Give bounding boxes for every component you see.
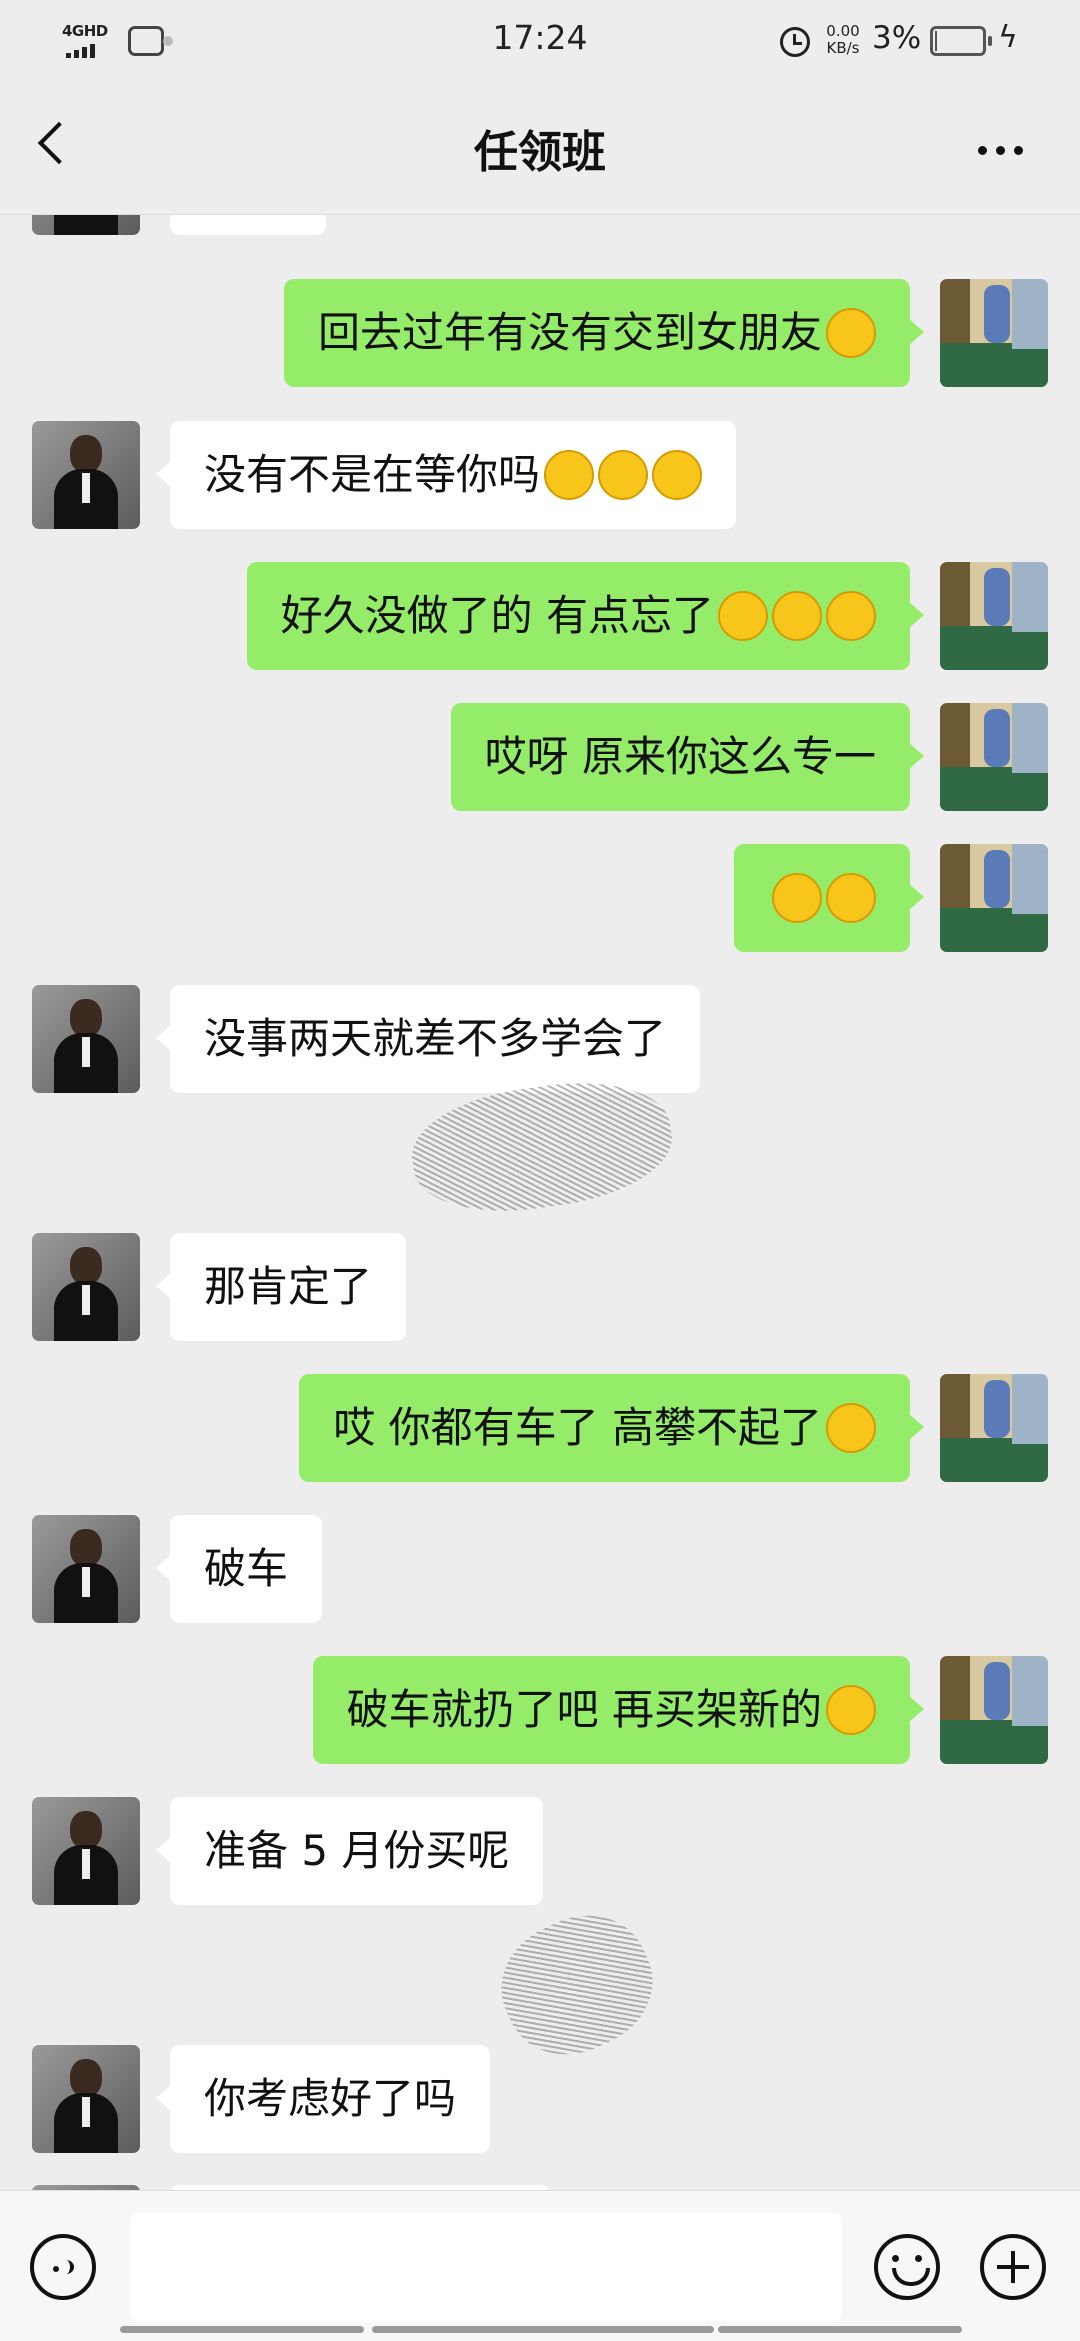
- message-text: 破车就扔了吧 再买架新的: [346, 1685, 822, 1734]
- message-bubble[interactable]: 你考虑好了吗: [155, 2045, 491, 2153]
- message-text: 那肯定了: [204, 1262, 373, 1311]
- friend-avatar[interactable]: [32, 215, 140, 235]
- plus-icon[interactable]: [980, 2234, 1046, 2300]
- battery-icon: [930, 26, 992, 56]
- speed-value: 0.00: [826, 22, 860, 40]
- redaction-scribble: [481, 1894, 673, 2076]
- friend-avatar[interactable]: [32, 421, 140, 529]
- status-bar: 4GHD 17:24 0.00 KB/s 3% ϟ: [0, 0, 1080, 84]
- my-avatar[interactable]: [940, 703, 1048, 811]
- gesture-bar[interactable]: [718, 2326, 962, 2333]
- friend-avatar[interactable]: [32, 1797, 140, 1905]
- friend-avatar[interactable]: [32, 1515, 140, 1623]
- input-bar: [0, 2190, 1080, 2341]
- message-text: 哎 你都有车了 高攀不起了: [333, 1403, 822, 1452]
- tears-of-joy-emoji-icon: [772, 872, 822, 923]
- message-text: 回去过年有没有交到女朋友: [317, 308, 822, 357]
- chat-title: 任领班: [474, 127, 606, 178]
- hand-over-mouth-emoji-icon: [652, 449, 703, 500]
- message-bubble[interactable]: 哎 你都有车了 高攀不起了: [299, 1374, 924, 1482]
- tears-of-joy-emoji-icon: [826, 872, 876, 923]
- message-text: 没有不是在等你吗: [204, 450, 541, 499]
- my-avatar[interactable]: [940, 279, 1048, 387]
- my-avatar[interactable]: [940, 844, 1048, 952]
- gesture-bar[interactable]: [120, 2326, 364, 2333]
- network-speed: 0.00 KB/s: [818, 23, 868, 57]
- message-text: 没事两天就差不多学会了: [204, 1014, 667, 1063]
- voice-icon[interactable]: [30, 2234, 96, 2300]
- battery-fill: [935, 31, 937, 51]
- message-text: 准备 5 月份买呢: [204, 1826, 510, 1875]
- message-text: 破车: [204, 1544, 289, 1593]
- message-bubble[interactable]: 破车: [155, 1515, 323, 1623]
- hand-over-mouth-emoji-icon: [826, 1684, 876, 1735]
- message-bubble[interactable]: 没有不是在等你吗: [155, 421, 737, 529]
- message-text: 好久没做了的 有点忘了: [280, 591, 714, 640]
- message-bubble[interactable]: 好久没做了的 有点忘了: [246, 562, 925, 670]
- hand-over-mouth-emoji-icon: [598, 449, 649, 500]
- message-bubble[interactable]: …: [170, 215, 326, 235]
- message-bubble[interactable]: 没事两天就差不多学会了: [155, 985, 701, 1093]
- my-avatar[interactable]: [940, 562, 1048, 670]
- shushing-emoji-icon: [772, 590, 822, 641]
- message-bubble[interactable]: 哎呀 原来你这么专一: [450, 703, 925, 811]
- message-input[interactable]: [130, 2213, 842, 2321]
- more-dots-icon[interactable]: [978, 146, 1023, 155]
- message-bubble[interactable]: 准备 5 月份买呢: [155, 1797, 544, 1905]
- shushing-emoji-icon: [826, 590, 876, 641]
- my-avatar[interactable]: [940, 1656, 1048, 1764]
- my-avatar[interactable]: [940, 1374, 1048, 1482]
- friend-avatar[interactable]: [32, 2045, 140, 2153]
- message-text: 你考虑好了吗: [204, 2074, 457, 2123]
- tears-of-joy-emoji-icon: [826, 1402, 876, 1453]
- emoji-icon[interactable]: [874, 2234, 940, 2300]
- friend-avatar[interactable]: [32, 1233, 140, 1341]
- message-bubble[interactable]: [734, 844, 924, 952]
- hand-over-mouth-emoji-icon: [544, 449, 595, 500]
- charging-icon: ϟ: [998, 20, 1018, 55]
- chat-header: 任领班: [0, 84, 1080, 215]
- message-bubble[interactable]: 回去过年有没有交到女朋友: [283, 279, 925, 387]
- message-bubble[interactable]: 那肯定了: [155, 1233, 407, 1341]
- grinning-emoji-icon: [826, 307, 876, 358]
- shushing-emoji-icon: [718, 590, 768, 641]
- gesture-bar[interactable]: [372, 2326, 714, 2333]
- alarm-icon: [780, 27, 810, 57]
- message-bubble[interactable]: 破车就扔了吧 再买架新的: [312, 1656, 925, 1764]
- speed-unit: KB/s: [826, 39, 860, 57]
- friend-avatar[interactable]: [32, 985, 140, 1093]
- battery-percent: 3%: [872, 20, 922, 56]
- message-text: 哎呀 原来你这么专一: [484, 732, 876, 781]
- message-list[interactable]: … 回去过年有没有交到女朋友 没有不是在等你吗 好久没做了的 有点忘了 哎呀 原…: [0, 215, 1080, 2190]
